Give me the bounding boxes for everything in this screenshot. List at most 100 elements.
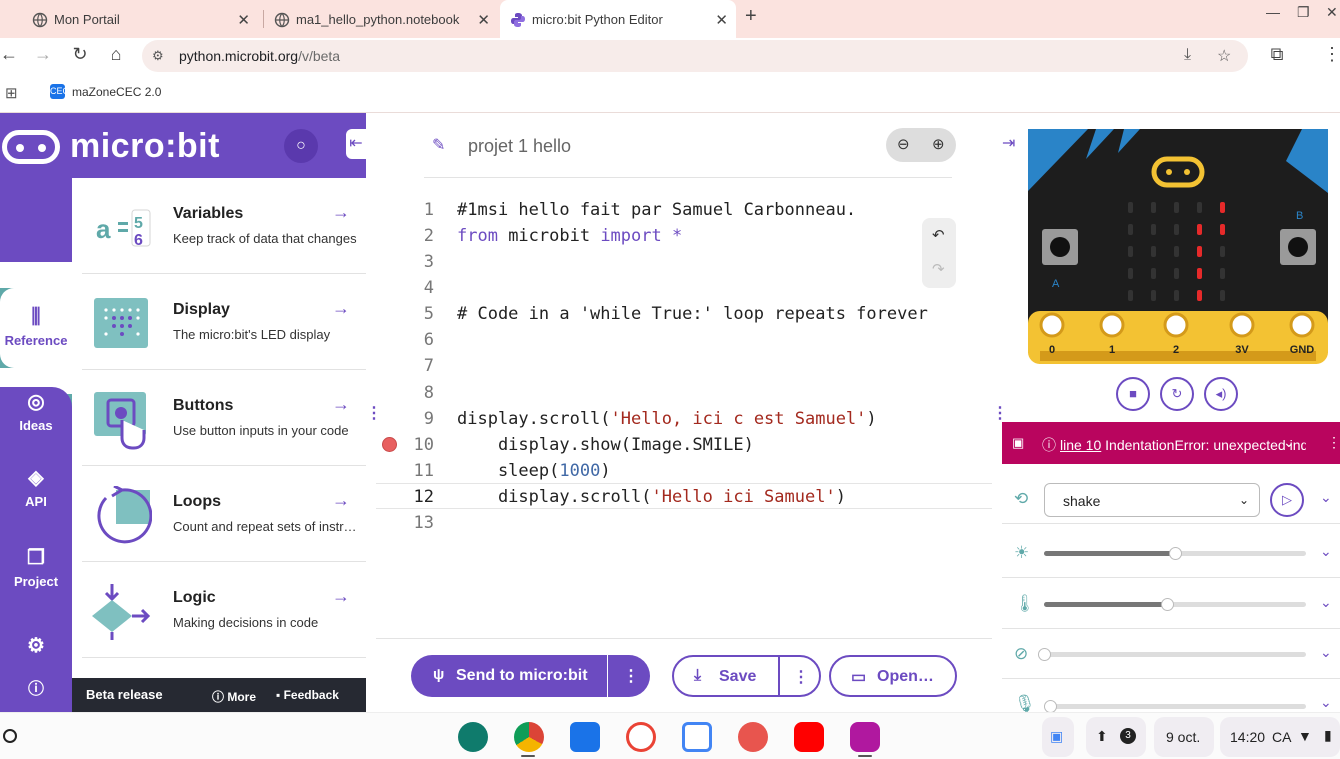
collapse-sidebar-button[interactable]: ⇤: [346, 129, 366, 159]
sound-slider[interactable]: [1044, 700, 1306, 713]
restore-icon[interactable]: ❐: [1297, 4, 1310, 21]
expand-chevron-icon[interactable]: ⌄: [1320, 694, 1332, 711]
microbit-board[interactable]: A B 0 1 2 3V GND: [1028, 129, 1328, 364]
reference-item-logic[interactable]: Logic Making decisions in code →: [82, 562, 366, 658]
redo-icon[interactable]: ↷: [932, 260, 945, 278]
code-line[interactable]: 2 from microbit import *: [376, 223, 992, 249]
error-line-link[interactable]: line 10: [1060, 437, 1101, 453]
tab-project[interactable]: ❐ Project: [0, 545, 72, 605]
address-bar[interactable]: ⚙ python.microbit.org/v/beta ⤓ ☆: [142, 40, 1248, 72]
tab-reference[interactable]: ⫼ Reference: [0, 262, 72, 394]
mute-button[interactable]: ◂): [1204, 377, 1238, 411]
code-line[interactable]: 8: [376, 380, 992, 406]
code-line-current[interactable]: 12 display.scroll('Hello ici Samuel'): [376, 483, 992, 509]
install-app-icon[interactable]: ⤓: [1184, 46, 1191, 64]
tab-mon-portail[interactable]: Mon Portail ✕: [22, 0, 258, 38]
tray-status[interactable]: 14:20 CA ▼ ▮: [1220, 717, 1340, 757]
pin-2[interactable]: [1163, 312, 1189, 338]
compass-slider[interactable]: [1038, 648, 1306, 661]
code-line[interactable]: 6: [376, 327, 992, 353]
slider-knob[interactable]: [1169, 547, 1182, 560]
reload-icon[interactable]: ↻: [69, 44, 91, 65]
back-arrow-icon[interactable]: ←: [0, 44, 20, 65]
send-gesture-button[interactable]: ▷: [1270, 483, 1304, 517]
apps-grid-icon[interactable]: ⊞: [5, 84, 18, 102]
edit-pencil-icon[interactable]: ✎: [432, 135, 445, 155]
code-line[interactable]: 1 #1msi hello fait par Samuel Carbonneau.: [376, 197, 992, 223]
calendar-app-icon[interactable]: [682, 722, 712, 752]
tab-api[interactable]: ◈ API: [0, 465, 72, 525]
tray-date[interactable]: 9 oct.: [1154, 717, 1214, 757]
code-line[interactable]: 3: [376, 249, 992, 275]
minimize-icon[interactable]: —: [1266, 4, 1280, 20]
slider-knob[interactable]: [1161, 598, 1175, 611]
send-to-microbit-button[interactable]: ψ Send to micro:bit ⋮: [411, 655, 650, 697]
home-icon[interactable]: ⌂: [105, 44, 127, 65]
bookmark-mazonecec[interactable]: CEC maZoneCEC 2.0: [50, 84, 161, 99]
more-options-icon[interactable]: ⋮: [1327, 434, 1340, 451]
expand-chevron-icon[interactable]: ⌄: [1320, 489, 1332, 506]
reference-item-display[interactable]: Display The micro:bit's LED display →: [82, 274, 366, 370]
pin-1[interactable]: [1099, 312, 1125, 338]
expand-chevron-icon[interactable]: ⌄: [1320, 594, 1332, 611]
pin-0[interactable]: [1039, 312, 1065, 338]
temperature-slider[interactable]: [1044, 598, 1306, 611]
slider-knob[interactable]: [1038, 648, 1051, 661]
tab-microbit-editor[interactable]: micro:bit Python Editor ✕: [500, 0, 736, 38]
gmail-app-icon[interactable]: [626, 722, 656, 752]
close-window-icon[interactable]: ✕: [1326, 4, 1338, 21]
expand-chevron-icon[interactable]: ⌄: [1320, 644, 1332, 661]
settings-button[interactable]: ⚙: [0, 633, 72, 657]
menu-kebab-icon[interactable]: ⋮: [1321, 44, 1340, 65]
chrome-app-icon[interactable]: [514, 722, 544, 752]
paint-app-icon[interactable]: [738, 722, 768, 752]
reference-item-variables[interactable]: a 5 6 Variables Keep track of data that …: [82, 178, 366, 274]
site-settings-icon[interactable]: ⚙: [152, 48, 164, 64]
help-button[interactable]: ⓘ: [0, 675, 72, 699]
code-line[interactable]: 7: [376, 353, 992, 379]
error-bar[interactable]: ▣ ⓘ line 10 IndentationError: unexpected …: [1002, 422, 1340, 464]
close-tab-icon[interactable]: ✕: [477, 11, 490, 29]
code-line[interactable]: 11 sleep(1000): [376, 458, 992, 484]
collapse-simulator-icon[interactable]: ⇥: [1002, 133, 1015, 153]
search-button[interactable]: ○: [284, 129, 318, 163]
gesture-select[interactable]: shake ⌄: [1044, 483, 1260, 517]
launcher-icon[interactable]: [3, 729, 17, 743]
close-tab-icon[interactable]: ✕: [715, 11, 728, 29]
tab-ideas[interactable]: ◎ Ideas: [0, 387, 72, 457]
extensions-icon[interactable]: ⧉: [1266, 44, 1288, 65]
code-line[interactable]: 10 display.show(Image.SMILE): [376, 432, 992, 458]
pin-gnd[interactable]: [1289, 312, 1315, 338]
pin-3v[interactable]: [1229, 312, 1255, 338]
youtube-app-icon[interactable]: [794, 722, 824, 752]
reference-item-loops[interactable]: Loops Count and repeat sets of instructi…: [82, 466, 366, 562]
code-line[interactable]: 5 # Code in a 'while True:' loop repeats …: [376, 301, 992, 327]
reset-button[interactable]: ↻: [1160, 377, 1194, 411]
files-app-icon[interactable]: [570, 722, 600, 752]
zoom-out-icon[interactable]: ⊖: [897, 135, 910, 153]
code-line[interactable]: 9 display.scroll('Hello, ici c est Samuel…: [376, 406, 992, 432]
error-marker-icon[interactable]: [382, 437, 397, 452]
forward-arrow-icon[interactable]: →: [32, 44, 54, 65]
tab-notebook[interactable]: ma1_hello_python.notebook ✕: [264, 0, 498, 38]
save-more-icon[interactable]: ⋮: [793, 667, 809, 687]
reference-item-buttons[interactable]: Buttons Use button inputs in your code →: [82, 370, 366, 466]
feedback-link[interactable]: ▪ Feedback: [276, 688, 339, 702]
light-slider[interactable]: [1044, 547, 1306, 560]
code-line[interactable]: 13: [376, 510, 992, 536]
new-tab-icon[interactable]: +: [745, 5, 757, 28]
expand-chevron-icon[interactable]: ⌄: [1320, 543, 1332, 560]
tray-docs[interactable]: ▣: [1042, 717, 1074, 757]
classroom-app-icon[interactable]: [458, 722, 488, 752]
open-button[interactable]: ▭ Open…: [829, 655, 957, 697]
notes-app-icon[interactable]: [850, 722, 880, 752]
send-more-icon[interactable]: ⋮: [623, 666, 639, 686]
bookmark-star-icon[interactable]: ☆: [1217, 46, 1231, 66]
close-tab-icon[interactable]: ✕: [237, 11, 250, 29]
tray-notifications[interactable]: ⬆ 3: [1086, 717, 1146, 757]
zoom-in-icon[interactable]: ⊕: [932, 135, 945, 153]
stop-button[interactable]: ■: [1116, 377, 1150, 411]
save-button[interactable]: ⤓ Save ⋮: [672, 655, 821, 697]
project-name[interactable]: projet 1 hello: [468, 136, 571, 157]
chevron-down-icon[interactable]: ⌄: [1283, 434, 1295, 451]
